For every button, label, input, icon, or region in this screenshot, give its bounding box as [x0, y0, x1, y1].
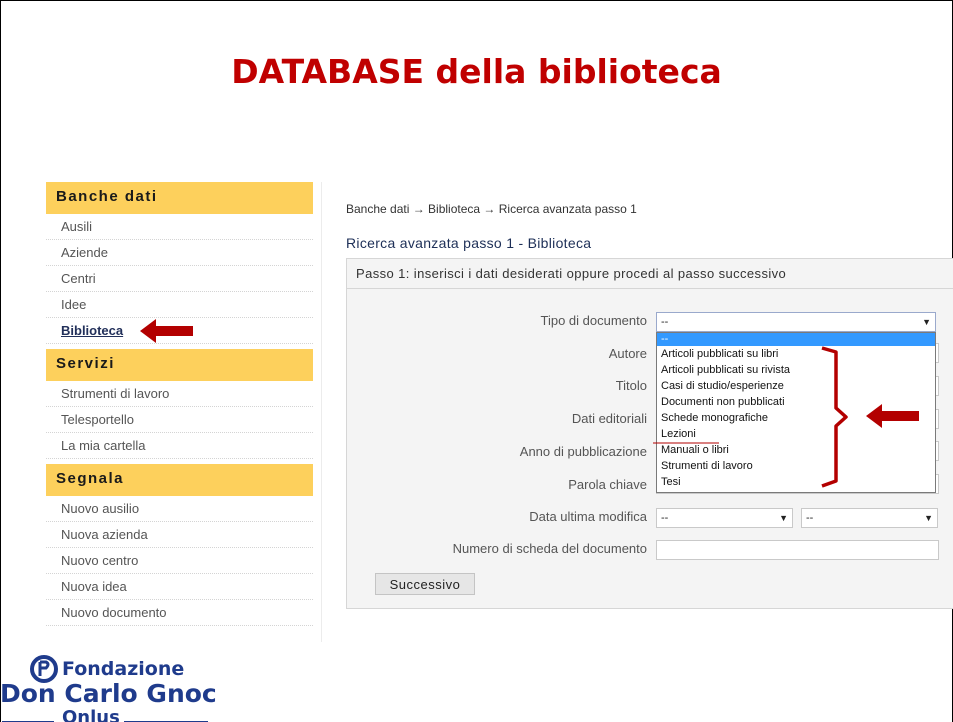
- tipo-documento-value: --: [661, 316, 669, 328]
- dropdown-option[interactable]: --: [657, 333, 935, 346]
- data-modifica-value-2: --: [806, 512, 814, 524]
- chevron-down-icon: ▼: [779, 513, 788, 523]
- logo-text-onlus: Onlus: [62, 707, 120, 722]
- sidebar-item-aziende[interactable]: Aziende: [46, 240, 313, 266]
- label-parola-chiave: Parola chiave: [568, 477, 647, 492]
- sidebar-item-nuova-azienda[interactable]: Nuova azienda: [46, 522, 313, 548]
- label-titolo: Titolo: [615, 378, 647, 393]
- label-dati-editoriali: Dati editoriali: [571, 411, 647, 426]
- sidebar-item-nuovo-centro[interactable]: Nuovo centro: [46, 548, 313, 574]
- data-modifica-select-1[interactable]: -- ▼: [656, 508, 793, 528]
- sidebar-item-nuovo-documento[interactable]: Nuovo documento: [46, 600, 313, 626]
- page-title: Ricerca avanzata passo 1 - Biblioteca: [346, 235, 592, 251]
- label-numero-di-scheda: Numero di scheda del documento: [452, 541, 647, 556]
- dropdown-option[interactable]: Tesi: [657, 474, 935, 490]
- chevron-down-icon: ▼: [924, 513, 933, 523]
- label-anno-di-pubblicazione: Anno di pubblicazione: [519, 444, 647, 459]
- label-autore: Autore: [608, 346, 647, 361]
- sidebar-item-telesportello[interactable]: Telesportello: [46, 407, 313, 433]
- dropdown-option[interactable]: Manuali o libri: [657, 442, 935, 458]
- data-modifica-value-1: --: [661, 512, 669, 524]
- logo-text-name: Don Carlo Gnoc: [0, 679, 217, 708]
- chevron-down-icon: ▼: [922, 317, 931, 327]
- dropdown-option[interactable]: Articoli pubblicati su rivista: [657, 362, 935, 378]
- sidebar-item-nuova-idea[interactable]: Nuova idea: [46, 574, 313, 600]
- dropdown-option[interactable]: Casi di studio/esperienze: [657, 378, 935, 394]
- sidebar-heading-servizi: Servizi: [46, 349, 313, 381]
- dropdown-option[interactable]: Schede monografiche: [657, 410, 935, 426]
- dropdown-option[interactable]: Documenti non pubblicati: [657, 394, 935, 410]
- sidebar-heading-segnala: Segnala: [46, 464, 313, 496]
- sidebar-item-idee[interactable]: Idee: [46, 292, 313, 318]
- sidebar-item-strumenti-di-lavoro[interactable]: Strumenti di lavoro: [46, 381, 313, 407]
- sidebar-item-nuovo-ausilio[interactable]: Nuovo ausilio: [46, 496, 313, 522]
- tipo-documento-select[interactable]: -- ▼: [656, 312, 936, 332]
- logo: Fondazione Don Carlo Gnoc Onlus: [0, 655, 220, 722]
- dropdown-option[interactable]: Articoli pubblicati su libri: [657, 346, 935, 362]
- panel-heading: Passo 1: inserisci i dati desiderati opp…: [347, 259, 953, 289]
- sidebar-item-ausili[interactable]: Ausili: [46, 214, 313, 240]
- dropdown-option[interactable]: Lezioni: [657, 426, 935, 442]
- numero-scheda-input[interactable]: [656, 540, 939, 560]
- sidebar: Banche dati Ausili Aziende Centri Idee B…: [46, 182, 313, 626]
- sidebar-item-centri[interactable]: Centri: [46, 266, 313, 292]
- data-modifica-select-2[interactable]: -- ▼: [801, 508, 938, 528]
- logo-text-fondazione: Fondazione: [62, 658, 185, 680]
- slide-title: DATABASE della biblioteca: [231, 52, 722, 91]
- label-data-ultima-modifica: Data ultima modifica: [529, 509, 647, 524]
- successivo-button[interactable]: Successivo: [375, 573, 475, 595]
- breadcrumb[interactable]: Banche dati → Biblioteca → Ricerca avanz…: [346, 202, 637, 216]
- sidebar-item-la-mia-cartella[interactable]: La mia cartella: [46, 433, 313, 459]
- tipo-documento-dropdown[interactable]: -- Articoli pubblicati su libri Articoli…: [656, 332, 936, 493]
- column-divider: [321, 182, 322, 642]
- sidebar-heading-banche-dati: Banche dati: [46, 182, 313, 214]
- dropdown-option[interactable]: Strumenti di lavoro: [657, 458, 935, 474]
- label-tipo-di-documento: Tipo di documento: [540, 313, 647, 328]
- sidebar-item-biblioteca[interactable]: Biblioteca: [46, 318, 313, 344]
